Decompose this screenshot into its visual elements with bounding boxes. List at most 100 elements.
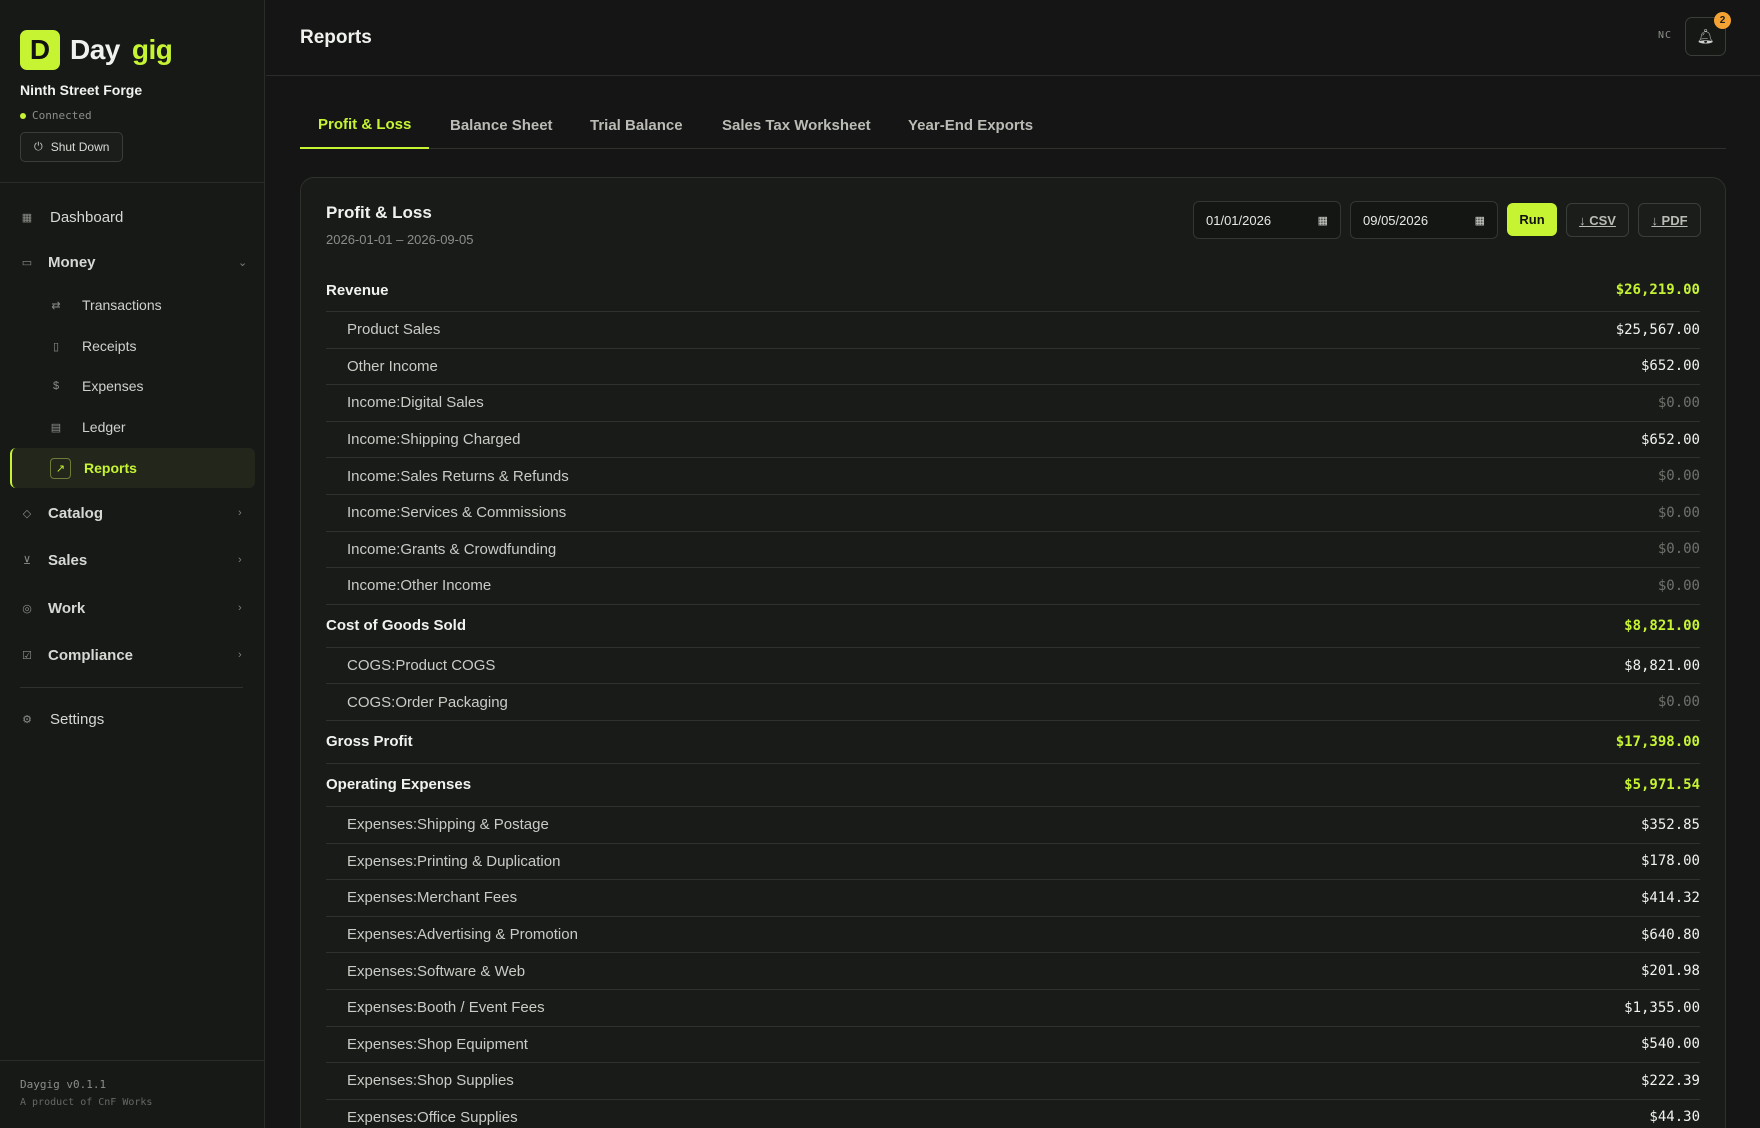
- nav-item-reports[interactable]: ↗ Reports: [10, 448, 255, 488]
- table-row: COGS:Product COGS $8,821.00: [326, 648, 1700, 685]
- nav-item-transactions[interactable]: ⇄ Transactions: [48, 290, 162, 320]
- account-amount: $178.00: [1640, 853, 1700, 870]
- account-amount: $652.00: [1640, 431, 1700, 448]
- account-name: Other Income: [347, 357, 438, 375]
- brand-name-part-1: Day: [70, 34, 120, 65]
- bell-icon: 🔔︎: [1696, 28, 1715, 44]
- power-icon: ⏻: [34, 140, 43, 153]
- account-name: Income:Grants & Crowdfunding: [347, 540, 557, 558]
- account-name: COGS:Product COGS: [347, 657, 496, 675]
- account-amount: $26,219.00: [1615, 282, 1700, 298]
- nav-label: Dashboard: [50, 208, 124, 226]
- nav-item-money[interactable]: ▭ Money ⌄: [20, 245, 247, 279]
- table-row: Expenses:Merchant Fees $414.32: [326, 880, 1700, 917]
- report-title: Profit & Loss: [326, 203, 432, 222]
- account-name: Expenses:Shop Supplies: [347, 1072, 514, 1090]
- tab-profit-loss[interactable]: Profit & Loss: [300, 102, 430, 149]
- section-row: Revenue $26,219.00: [326, 269, 1700, 312]
- account-amount: $222.39: [1640, 1072, 1700, 1089]
- account-amount: $0.00: [1657, 468, 1700, 485]
- transfer-icon: ⇄: [51, 299, 61, 312]
- table-row: Expenses:Advertising & Promotion $640.80: [326, 917, 1700, 954]
- table-row: Expenses:Office Supplies $44.30: [326, 1100, 1700, 1128]
- nav-label: Expenses: [82, 378, 144, 394]
- tag-icon: ◇: [22, 507, 32, 520]
- nav-item-receipts[interactable]: ▯ Receipts: [48, 331, 137, 361]
- report-date-range: 2026-01-01 – 2026-09-05: [326, 232, 474, 247]
- app-version: Daygig v0.1.1: [20, 1078, 107, 1091]
- account-name: Income:Services & Commissions: [347, 504, 567, 522]
- chevron-right-icon: ›: [238, 649, 242, 661]
- page-title: Reports: [300, 27, 372, 48]
- notification-badge: 2: [1714, 12, 1731, 29]
- table-row: Expenses:Shop Equipment $540.00: [326, 1027, 1700, 1064]
- nav-item-sales[interactable]: ⊻ Sales ›: [20, 543, 242, 577]
- top-bar: Reports NC 🔔︎ 2: [266, 0, 1760, 76]
- report-card: Profit & Loss 2026-01-01 – 2026-09-05 01…: [300, 177, 1726, 1128]
- nav-label: Sales: [48, 551, 88, 569]
- account-amount: $352.85: [1640, 816, 1700, 833]
- pdf-export-button[interactable]: ↓ PDF: [1638, 203, 1701, 237]
- dollar-icon: $: [52, 380, 60, 392]
- shutdown-label: Shut Down: [50, 140, 110, 154]
- nav-label: Work: [48, 599, 86, 617]
- nav-item-catalog[interactable]: ◇ Catalog ›: [20, 496, 242, 530]
- section-row: Gross Profit $17,398.00: [326, 721, 1700, 764]
- account-name: COGS:Order Packaging: [347, 693, 508, 711]
- nav-item-compliance[interactable]: ☑ Compliance ›: [20, 638, 242, 672]
- account-amount: $201.98: [1640, 963, 1700, 980]
- account-name: Gross Profit: [326, 733, 413, 751]
- table-row: Income:Grants & Crowdfunding $0.00: [326, 532, 1700, 569]
- table-row: Expenses:Software & Web $201.98: [326, 953, 1700, 990]
- connection-status-label: Connected: [32, 109, 92, 122]
- account-name: Income:Digital Sales: [347, 394, 484, 412]
- cart-icon: ⊻: [22, 554, 32, 567]
- account-amount: $640.80: [1640, 926, 1700, 943]
- receipt-icon: ▯: [52, 340, 60, 353]
- nav-label: Money: [48, 253, 96, 271]
- report-table: Revenue $26,219.00 Product Sales $25,567.00…: [326, 269, 1700, 1128]
- account-name: Expenses:Printing & Duplication: [347, 852, 561, 870]
- tab-year-end-exports[interactable]: Year-End Exports: [890, 102, 1051, 149]
- run-button[interactable]: Run: [1507, 203, 1557, 236]
- account-name: Expenses:Office Supplies: [347, 1108, 518, 1126]
- report-tabs: Profit & Loss Balance Sheet Trial Balanc…: [300, 102, 1726, 149]
- user-initials[interactable]: NC: [1658, 30, 1672, 41]
- nav-item-expenses[interactable]: $ Expenses: [48, 371, 144, 401]
- account-amount: $17,398.00: [1615, 733, 1700, 750]
- tab-trial-balance[interactable]: Trial Balance: [572, 102, 701, 149]
- account-amount: $25,567.00: [1615, 321, 1700, 338]
- chevron-right-icon: ›: [238, 602, 242, 614]
- shutdown-button[interactable]: ⏻ Shut Down: [20, 132, 124, 162]
- tab-sales-tax-worksheet[interactable]: Sales Tax Worksheet: [704, 102, 889, 149]
- csv-export-button[interactable]: ↓ CSV: [1566, 203, 1629, 237]
- start-date-input[interactable]: 01/01/2026 ▦: [1193, 201, 1341, 239]
- end-date-value: 09/05/2026: [1363, 212, 1429, 228]
- account-amount: $0.00: [1657, 394, 1700, 411]
- table-row: Income:Sales Returns & Refunds $0.00: [326, 458, 1700, 495]
- nav-label: Transactions: [82, 297, 162, 313]
- nav-item-work[interactable]: ◎ Work ›: [20, 591, 241, 625]
- start-date-value: 01/01/2026: [1206, 212, 1272, 228]
- nav-item-settings[interactable]: ⚙ Settings: [20, 702, 104, 736]
- table-row: Income:Services & Commissions $0.00: [326, 495, 1700, 532]
- org-name: Ninth Street Forge: [20, 82, 143, 98]
- nav-label: Compliance: [48, 646, 134, 664]
- tab-balance-sheet[interactable]: Balance Sheet: [432, 102, 571, 149]
- nav-label: Settings: [50, 710, 105, 728]
- product-credit: A product of CnF Works: [20, 1097, 153, 1108]
- account-amount: $8,821.00: [1624, 617, 1700, 634]
- nav-item-ledger[interactable]: ▤ Ledger: [48, 412, 126, 442]
- account-amount: $652.00: [1640, 358, 1700, 375]
- section-row: Operating Expenses $5,971.54: [326, 764, 1700, 807]
- nav-item-dashboard[interactable]: ▦ Dashboard: [20, 200, 124, 234]
- end-date-input[interactable]: 09/05/2026 ▦: [1350, 201, 1498, 239]
- calendar-icon[interactable]: ▦: [1475, 214, 1485, 227]
- account-name: Expenses:Merchant Fees: [347, 889, 518, 907]
- account-amount: $1,355.00: [1624, 999, 1700, 1016]
- account-name: Product Sales: [347, 321, 441, 339]
- brand-logo[interactable]: D Day gig: [20, 30, 173, 70]
- divider: [20, 687, 243, 688]
- divider: [0, 1060, 265, 1061]
- calendar-icon[interactable]: ▦: [1318, 214, 1328, 227]
